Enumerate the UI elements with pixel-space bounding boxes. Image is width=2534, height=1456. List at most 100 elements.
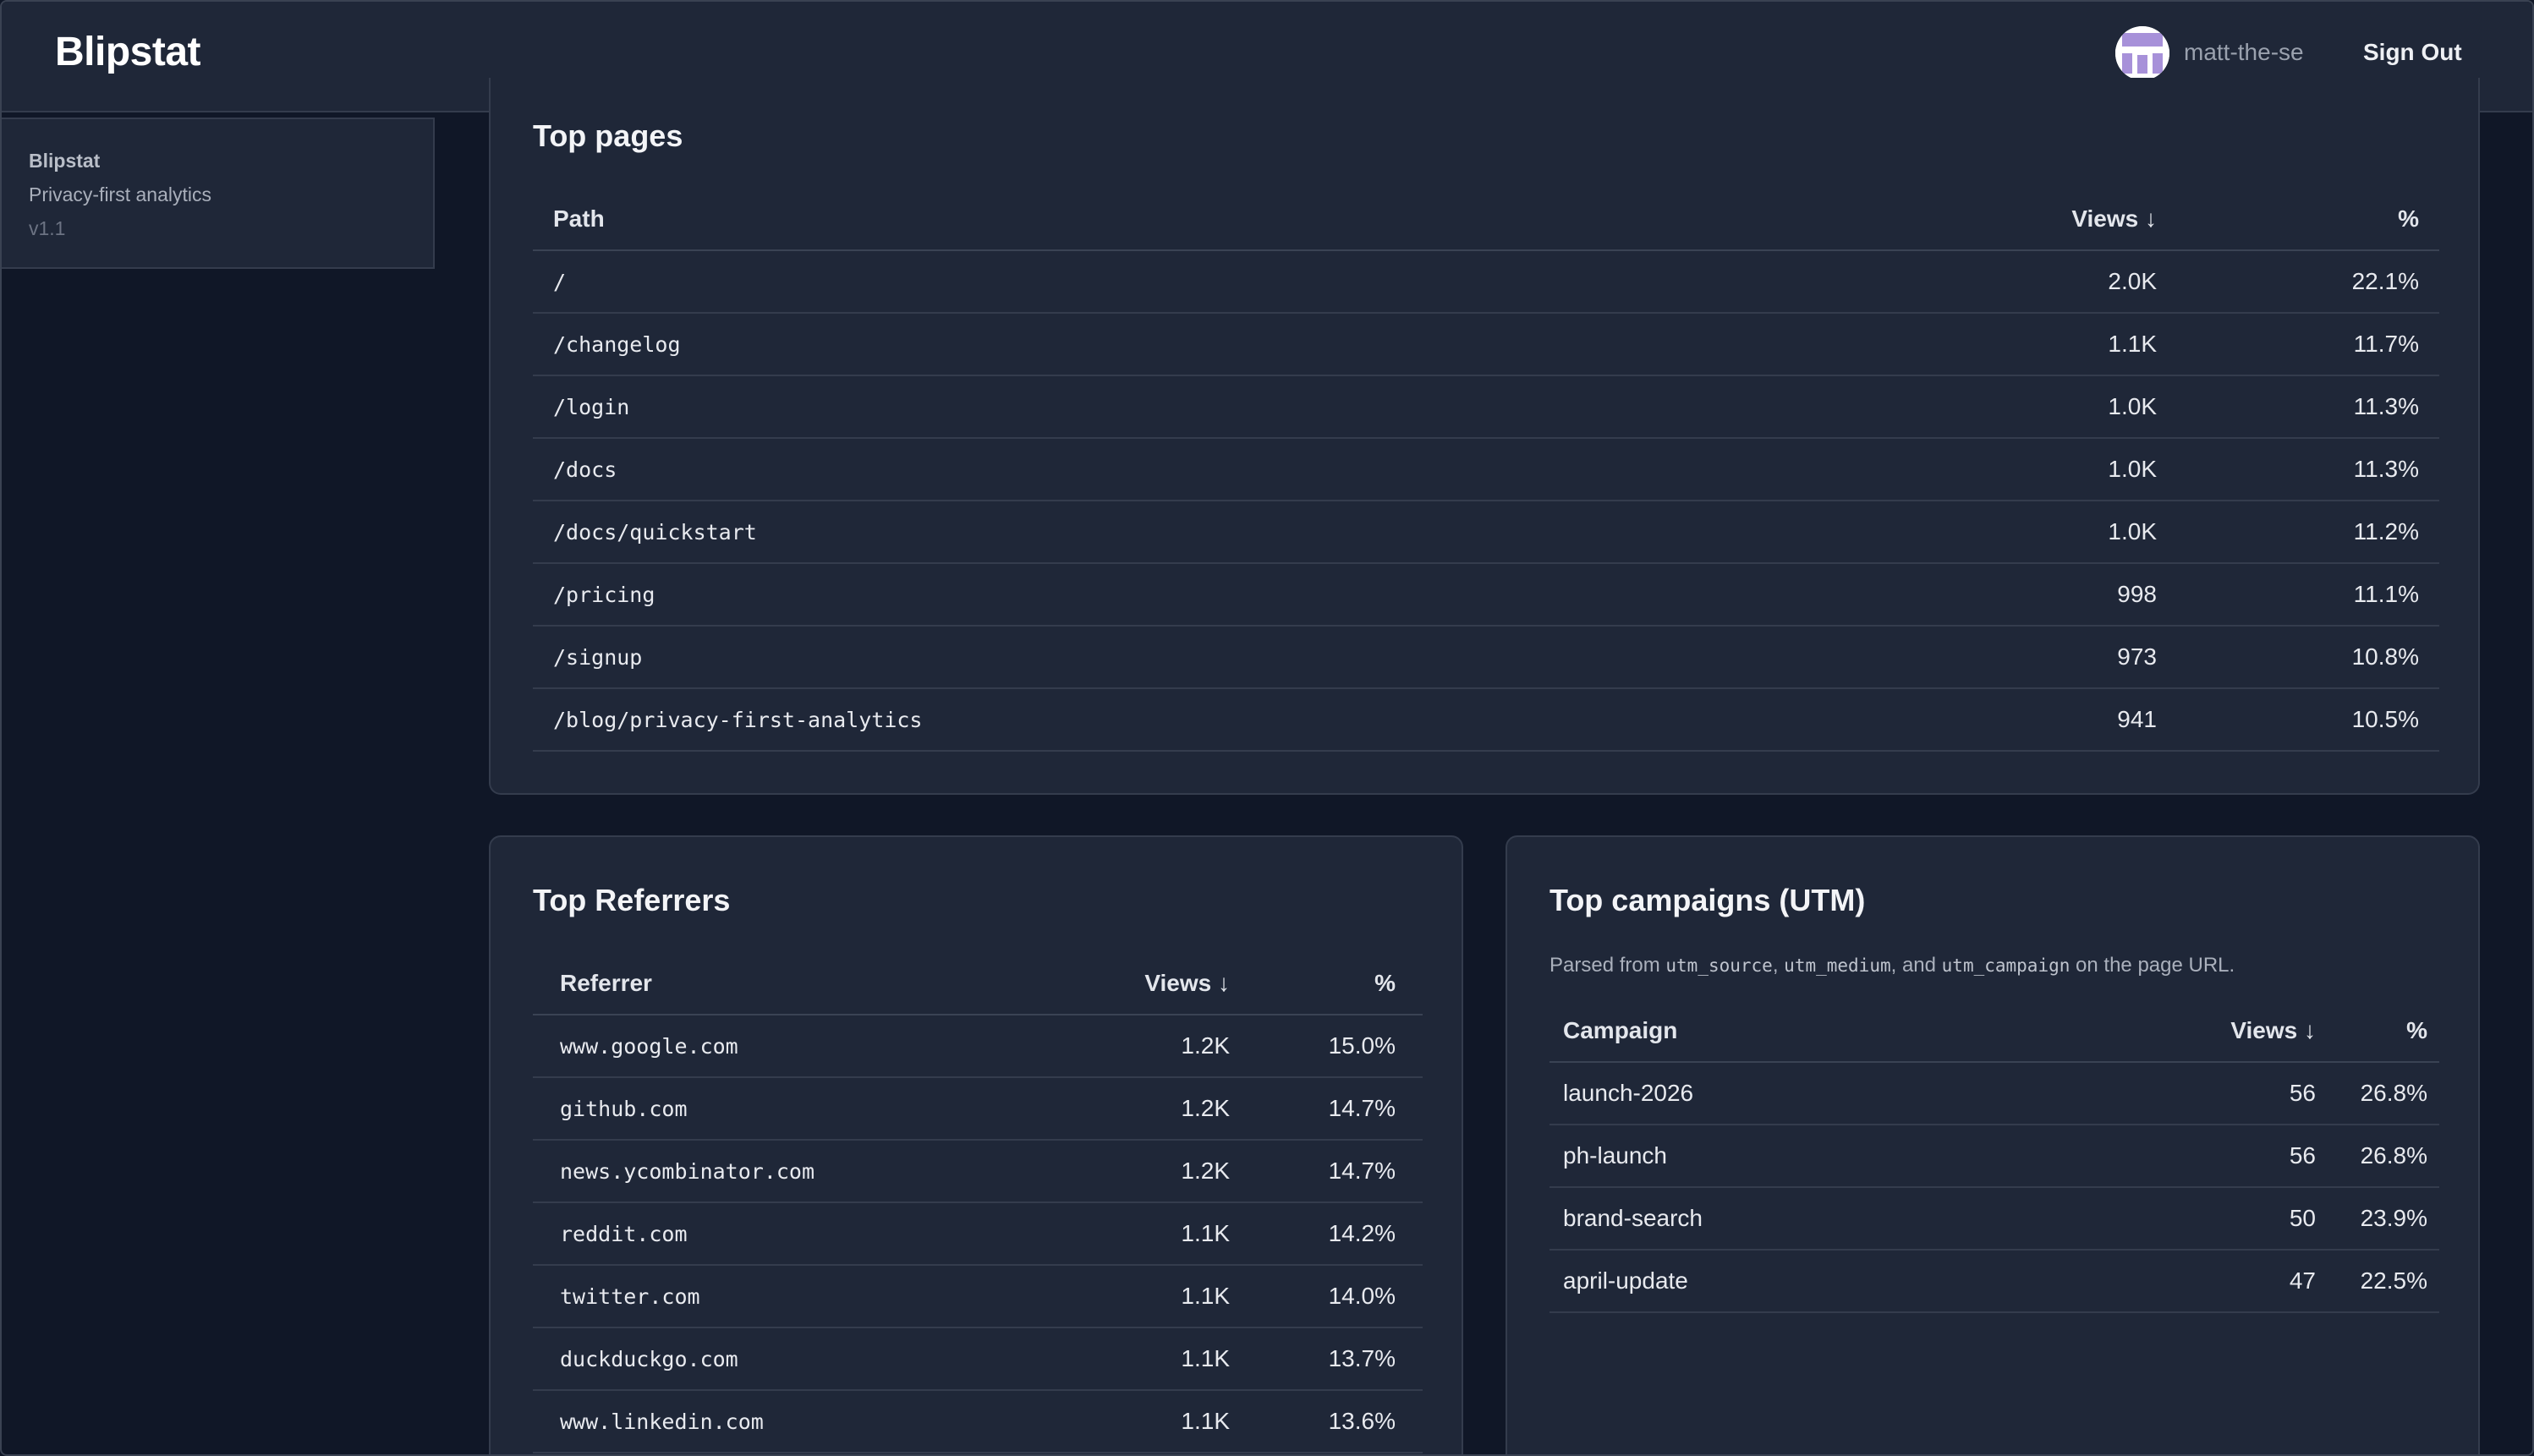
row-pct: 26.8% [2316,1125,2439,1188]
brand-logo[interactable]: Blipstat [55,29,201,75]
sidebar-tagline: Privacy-first analytics [29,183,211,205]
row-referrer[interactable]: www.linkedin.com [533,1390,1040,1453]
note-text: on the page URL. [2070,954,2235,977]
row-views: 56 [2125,1125,2316,1188]
row-views: 1.1K [1040,1390,1230,1453]
row-pct: 13.6% [1230,1390,1423,1453]
row-campaign[interactable]: brand-search [1549,1187,2125,1251]
row-referrer[interactable]: www.google.com [533,1015,1040,1078]
row-pct: 10.5% [2157,688,2439,752]
row-referrer[interactable]: news.ycombinator.com [533,1140,1040,1203]
row-pct: 11.7% [2157,313,2439,376]
row-pct: 10.8% [2157,626,2439,689]
row-referrer[interactable]: twitter.com [533,1265,1040,1328]
top-pages-table: Path Views ↓ % /2.0K 22.1%/changelog 1.1K 1… [533,188,2439,752]
column-header-pct[interactable]: % [2157,188,2439,251]
note-code-utm-campaign: utm_campaign [1941,955,2071,976]
column-header-pct[interactable]: % [1230,952,1423,1015]
row-views: 56 [2125,1062,2316,1125]
table-row[interactable]: www.google.com 1.2K 15.0% [533,1015,1423,1078]
app-window: Blipstat matt-the-se Sign Out Blipstat P… [0,0,2534,1456]
sidebar-info-card: Blipstat Privacy-first analytics v1.1 [2,118,435,269]
row-views: 1.1K [1040,1327,1230,1391]
table-row[interactable]: /blog/privacy-first-analytics 941 10.5% [533,688,2439,752]
row-views: 1.2K [1040,1015,1230,1078]
row-views: 47 [2125,1250,2316,1313]
row-path[interactable]: /blog/privacy-first-analytics [533,688,1903,752]
row-path[interactable]: /docs/quickstart [533,501,1903,564]
table-row[interactable]: news.ycombinator.com 1.2K 14.7% [533,1140,1423,1203]
row-pct: 11.3% [2157,375,2439,439]
table-row[interactable]: /docs 1.0K 11.3% [533,438,2439,501]
row-referrer[interactable]: github.com [533,1077,1040,1141]
row-pct: 15.0% [1230,1015,1423,1078]
identicon-icon [2115,26,2169,80]
row-path[interactable]: /login [533,375,1903,439]
table-row[interactable]: twitter.com 1.1K 14.0% [533,1265,1423,1328]
avatar[interactable] [2115,26,2169,80]
table-row[interactable]: /changelog 1.1K 11.7% [533,313,2439,376]
row-pct: 14.7% [1230,1077,1423,1141]
row-path[interactable]: /changelog [533,313,1903,376]
row-views: 1.0K [1903,375,2157,439]
column-header-path[interactable]: Path [533,188,1903,251]
top-campaigns-card: Top campaigns (UTM) Parsed from utm_sour… [1506,835,2480,1454]
row-campaign[interactable]: april-update [1549,1250,2125,1313]
row-pct: 23.9% [2316,1187,2439,1251]
table-row[interactable]: ph-launch 56 26.8% [1549,1125,2439,1188]
row-pct: 11.2% [2157,501,2439,564]
column-header-referrer[interactable]: Referrer [533,952,1040,1015]
note-code-utm-medium: utm_medium [1784,955,1891,976]
top-referrers-card: Top Referrers Referrer Views ↓ % www.goo… [489,835,1463,1454]
campaigns-description: Parsed from utm_source, utm_medium, and … [1549,954,2235,977]
row-path[interactable]: /signup [533,626,1903,689]
table-row[interactable]: /signup 973 10.8% [533,626,2439,689]
table-row[interactable]: github.com 1.2K 14.7% [533,1077,1423,1141]
row-pct: 14.7% [1230,1140,1423,1203]
column-header-views[interactable]: Views ↓ [1903,188,2157,251]
column-header-pct[interactable]: % [2316,999,2439,1063]
row-path[interactable]: / [533,250,1903,314]
column-header-views[interactable]: Views ↓ [1040,952,1230,1015]
table-row[interactable]: /2.0K 22.1% [533,250,2439,314]
row-path[interactable]: /pricing [533,563,1903,627]
row-pct: 26.8% [2316,1062,2439,1125]
table-row[interactable]: april-update 47 22.5% [1549,1250,2439,1313]
row-views: 1.0K [1903,501,2157,564]
username-label[interactable]: matt-the-se [2184,39,2304,66]
table-row[interactable]: /login 1.0K 11.3% [533,375,2439,439]
sign-out-button[interactable]: Sign Out [2363,39,2462,66]
note-text: , [1772,954,1785,977]
table-row[interactable]: launch-2026 56 26.8% [1549,1062,2439,1125]
column-header-campaign[interactable]: Campaign [1549,999,2125,1063]
table-row[interactable]: brand-search 50 23.9% [1549,1187,2439,1251]
table-row[interactable]: duckduckgo.com 1.1K 13.7% [533,1327,1423,1391]
row-views: 1.2K [1040,1140,1230,1203]
column-header-views[interactable]: Views ↓ [2125,999,2316,1063]
row-pct: 14.0% [1230,1265,1423,1328]
note-code-utm-source: utm_source [1665,955,1773,976]
table-row[interactable]: /docs/quickstart 1.0K 11.2% [533,501,2439,564]
row-views: 973 [1903,626,2157,689]
row-views: 998 [1903,563,2157,627]
row-campaign[interactable]: launch-2026 [1549,1062,2125,1125]
row-campaign[interactable]: ph-launch [1549,1125,2125,1188]
top-referrers-title: Top Referrers [533,883,731,917]
row-views: 1.0K [1903,438,2157,501]
row-pct: 14.2% [1230,1202,1423,1266]
table-row[interactable]: reddit.com 1.1K 14.2% [533,1202,1423,1266]
table-header-row: Campaign Views ↓ % [1549,999,2439,1063]
table-row[interactable]: www.linkedin.com 1.1K 13.6% [533,1390,1423,1453]
note-text: , and [1890,954,1942,977]
row-path[interactable]: /docs [533,438,1903,501]
row-pct: 11.1% [2157,563,2439,627]
row-referrer[interactable]: reddit.com [533,1202,1040,1266]
row-referrer[interactable]: duckduckgo.com [533,1327,1040,1391]
row-pct: 22.1% [2157,250,2439,314]
row-pct: 11.3% [2157,438,2439,501]
row-views: 1.1K [1903,313,2157,376]
row-views: 50 [2125,1187,2316,1251]
table-row[interactable]: /pricing 998 11.1% [533,563,2439,627]
sidebar-version: v1.1 [29,217,66,239]
row-views: 1.1K [1040,1265,1230,1328]
